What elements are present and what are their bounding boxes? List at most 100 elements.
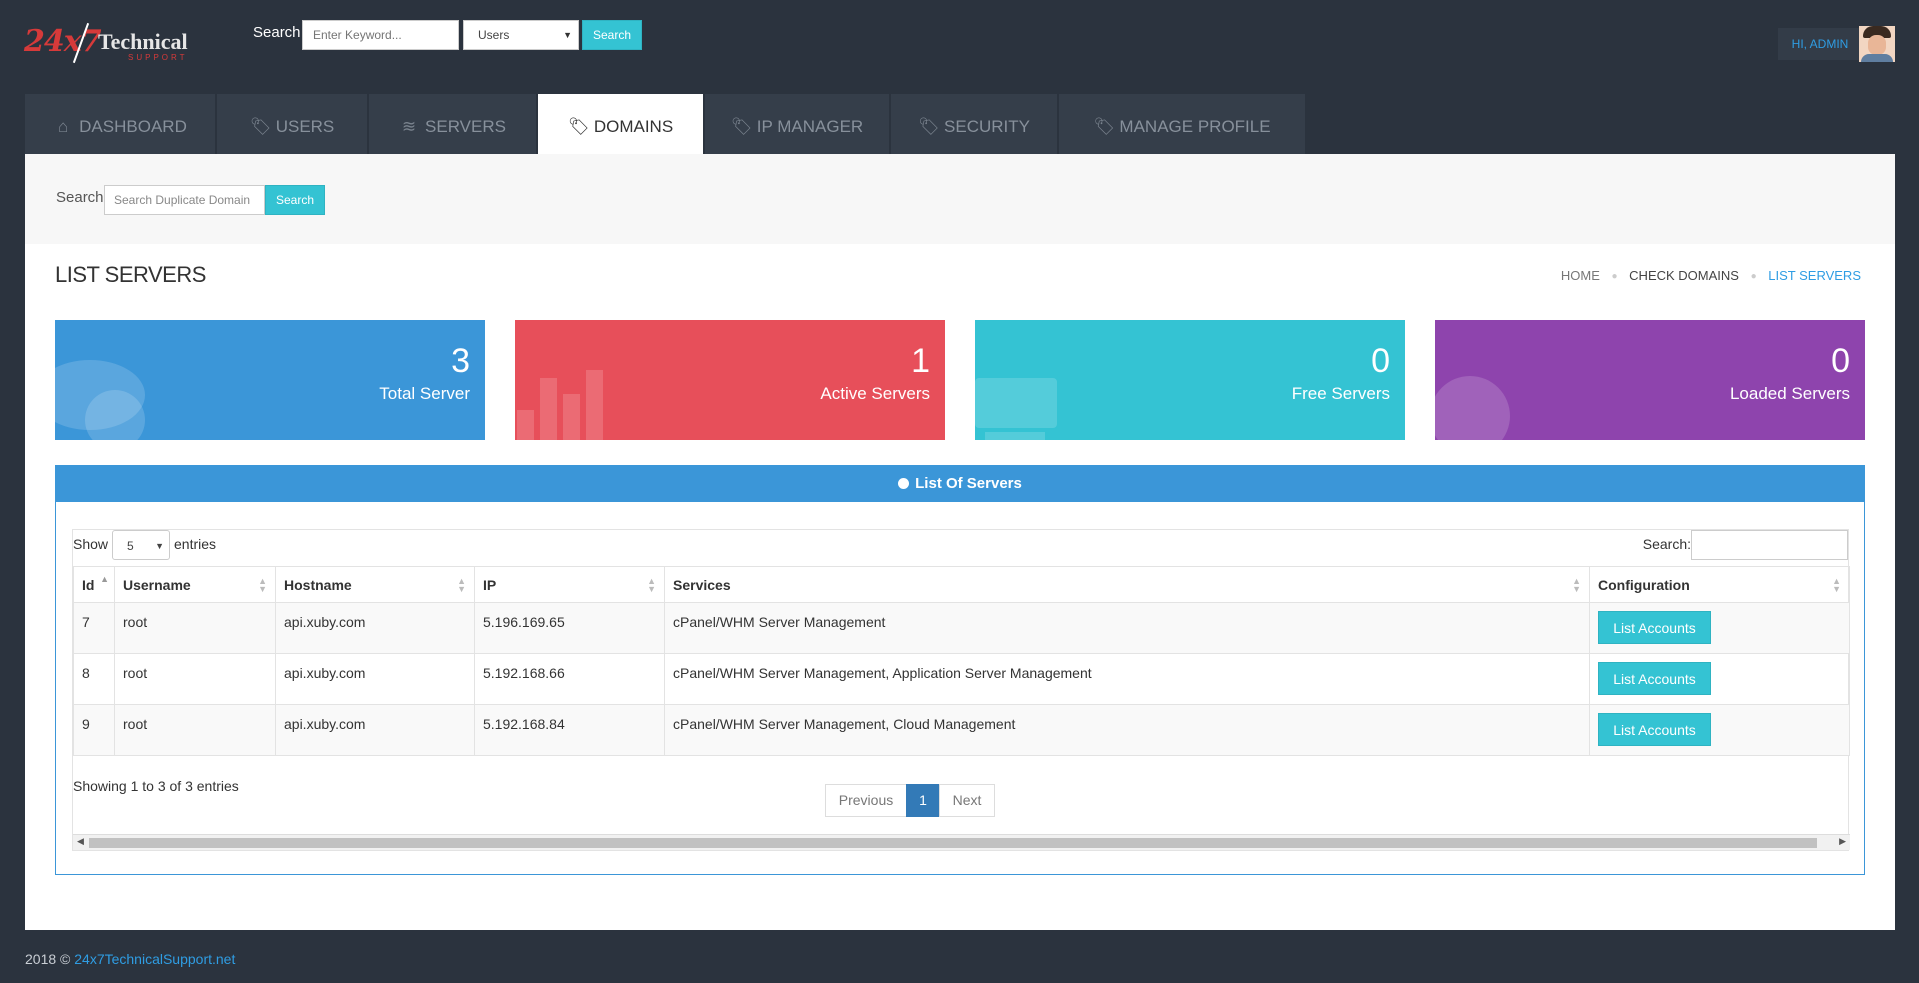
breadcrumb-separator: ● [1750, 271, 1757, 282]
stat-value: 3 [451, 342, 470, 380]
cell-services: cPanel/WHM Server Management, Cloud Mana… [664, 704, 1590, 756]
cell-username: root [114, 704, 276, 756]
sort-icon: ▲ ▼ [258, 576, 267, 594]
entries-label: entries [174, 536, 217, 552]
sort-asc-icon: ▲ [100, 574, 109, 584]
stat-card-free-servers: 0 Free Servers [975, 320, 1405, 440]
tab-security[interactable]: 🏷︎ SECURITY [891, 94, 1057, 154]
tab-ip-manager[interactable]: 🏷︎ IP MANAGER [705, 94, 889, 154]
duplicate-search-button[interactable]: Search [265, 185, 325, 215]
cell-services: cPanel/WHM Server Management, Applicatio… [664, 653, 1590, 705]
cell-services: cPanel/WHM Server Management [664, 602, 1590, 654]
logo-sub: SUPPORT [128, 53, 188, 62]
tab-servers[interactable]: ≋ SERVERS [369, 94, 536, 154]
breadcrumb-separator: ● [1611, 271, 1618, 282]
scrollbar-thumb[interactable] [89, 838, 1817, 848]
cell-ip: 5.192.168.84 [474, 704, 665, 756]
cell-username: root [114, 653, 276, 705]
list-accounts-button[interactable]: List Accounts [1598, 611, 1711, 644]
brand-logo[interactable]: 24x7 Technical SUPPORT [24, 20, 188, 66]
column-header-hostname[interactable]: Hostname ▲ ▼ [275, 566, 475, 603]
list-accounts-button[interactable]: List Accounts [1598, 713, 1711, 746]
tab-label: SERVERS [425, 117, 506, 136]
tab-dashboard[interactable]: ⌂ DASHBOARD [25, 94, 215, 154]
stat-value: 1 [911, 342, 930, 380]
sort-icon: ▲ ▼ [1832, 576, 1841, 594]
list-title: List Of Servers [915, 475, 1022, 492]
stat-label: Loaded Servers [1729, 384, 1850, 403]
top-select-value: Users [478, 28, 510, 42]
cell-configuration: List Accounts [1589, 602, 1850, 654]
cell-hostname: api.xuby.com [275, 602, 475, 654]
stat-label: Active Servers [820, 384, 930, 403]
tag-icon: 🏷︎ [1093, 117, 1116, 136]
tag-icon: 🏷︎ [918, 117, 940, 136]
horizontal-scrollbar[interactable]: ◀ ▶ [73, 834, 1850, 850]
top-search-input[interactable] [302, 20, 459, 50]
entries-value: 5 [127, 539, 134, 553]
table-row: 7 root api.xuby.com 5.196.169.65 cPanel/… [73, 602, 1850, 654]
cell-id: 8 [73, 653, 115, 705]
list-header: List Of Servers [56, 466, 1864, 502]
top-search-button[interactable]: Search [582, 20, 642, 50]
globe-icon [1435, 376, 1510, 440]
cell-hostname: api.xuby.com [275, 653, 475, 705]
layers-icon: ≋ [401, 117, 417, 136]
user-greeting[interactable]: HI, ADMIN [1778, 28, 1862, 60]
list-accounts-button[interactable]: List Accounts [1598, 662, 1711, 695]
entries-per-page-select[interactable]: 5 ▼ [112, 530, 170, 560]
scroll-right-icon[interactable]: ▶ [1839, 836, 1846, 847]
stat-value: 0 [1371, 342, 1390, 380]
cell-configuration: List Accounts [1589, 704, 1850, 756]
pagination-page-1[interactable]: 1 [906, 784, 940, 817]
footer-copyright: 2018 © [25, 951, 71, 967]
tab-manage-profile[interactable]: 🏷︎ MANAGE PROFILE [1059, 94, 1305, 154]
sort-icon: ▲ ▼ [1572, 576, 1581, 594]
pagination-next[interactable]: Next [939, 784, 995, 817]
breadcrumb: HOME ● CHECK DOMAINS ● LIST SERVERS [1561, 268, 1861, 283]
tab-label: USERS [275, 117, 335, 136]
tab-label: SECURITY [944, 117, 1030, 136]
breadcrumb-check-domains[interactable]: CHECK DOMAINS [1629, 268, 1739, 283]
column-header-configuration[interactable]: Configuration ▲ ▼ [1589, 566, 1850, 603]
duplicate-search-label: Search [56, 189, 104, 206]
page-title: LIST SERVERS [55, 262, 206, 287]
tab-users[interactable]: 🏷︎ USERS [217, 94, 367, 154]
cell-ip: 5.192.168.66 [474, 653, 665, 705]
column-header-id[interactable]: Id ▲ [73, 566, 115, 603]
home-icon: ⌂ [58, 117, 69, 136]
column-header-username[interactable]: Username ▲ ▼ [114, 566, 276, 603]
footer-link[interactable]: 24x7TechnicalSupport.net [74, 951, 235, 967]
logo-number: 24x7 [24, 24, 102, 59]
bar-chart-icon [517, 410, 534, 440]
datatable-controls: Show 5 ▼ entries Search: [73, 530, 1848, 566]
sort-icon: ▲ ▼ [647, 576, 656, 594]
chat-bubble-icon [975, 378, 1057, 428]
avatar[interactable] [1859, 26, 1895, 62]
top-search-type-select[interactable]: Users ▼ [463, 20, 579, 50]
cell-hostname: api.xuby.com [275, 704, 475, 756]
column-header-ip[interactable]: IP ▲ ▼ [474, 566, 665, 603]
tab-label: DASHBOARD [79, 117, 187, 136]
chevron-down-icon: ▼ [155, 541, 164, 551]
breadcrumb-current: LIST SERVERS [1768, 268, 1861, 283]
scroll-left-icon[interactable]: ◀ [77, 836, 84, 847]
stat-card-total-server: 3 Total Server [55, 320, 485, 440]
tab-domains[interactable]: 🏷︎ DOMAINS [538, 94, 703, 154]
tag-icon: 🏷︎ [730, 117, 753, 136]
logo-word: Technical [98, 29, 188, 54]
cell-username: root [114, 602, 276, 654]
globe-icon [898, 478, 910, 489]
tag-icon: 🏷︎ [249, 117, 272, 136]
sort-icon: ▲ ▼ [457, 576, 466, 594]
breadcrumb-home[interactable]: HOME [1561, 268, 1600, 283]
duplicate-domain-input[interactable]: Search Duplicate Domain [104, 185, 265, 215]
duplicate-search-bar: Search Search Duplicate Domain Search [25, 154, 1895, 244]
table-search-input[interactable] [1691, 530, 1848, 560]
table-search-label: Search: [1642, 536, 1691, 552]
list-of-servers-box: List Of Servers Show 5 ▼ entries Search:… [55, 465, 1865, 875]
stat-label: Free Servers [1291, 384, 1390, 403]
pagination-previous[interactable]: Previous [825, 784, 907, 817]
table-row: 8 root api.xuby.com 5.192.168.66 cPanel/… [73, 653, 1850, 705]
column-header-services[interactable]: Services ▲ ▼ [664, 566, 1590, 603]
